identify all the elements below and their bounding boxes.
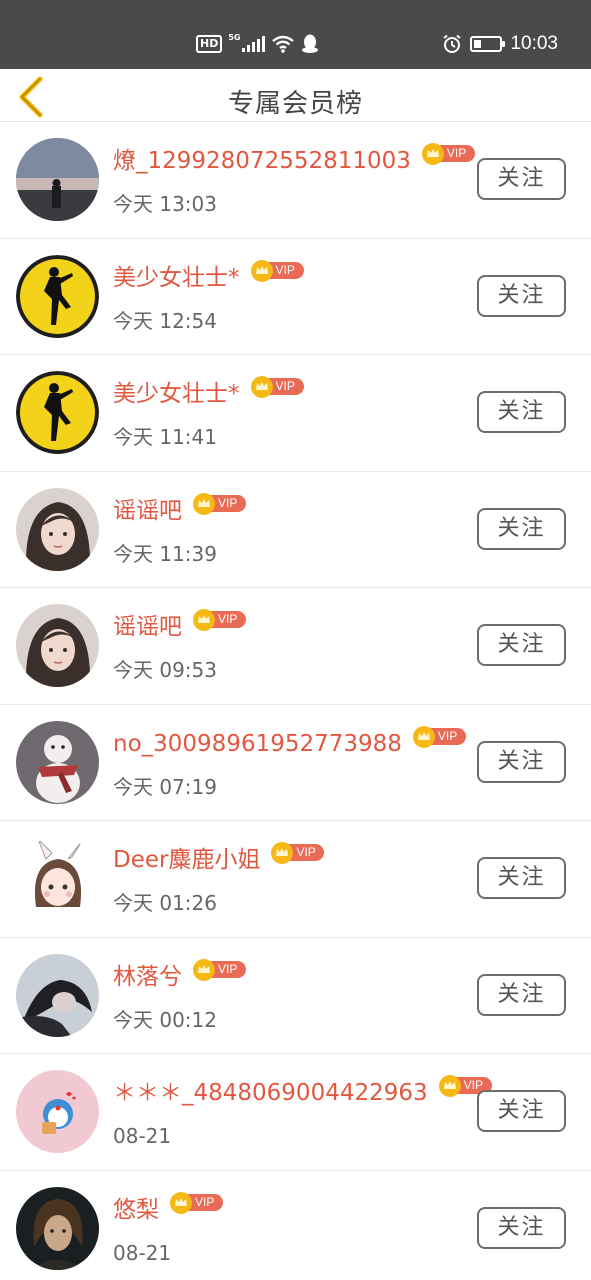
- vip-badge: VIP: [192, 608, 246, 632]
- page-title: 专属会员榜: [227, 89, 363, 119]
- follow-button[interactable]: 关注: [477, 857, 566, 899]
- timestamp: 今天 07:19: [113, 774, 217, 799]
- vip-badge: VIP: [250, 259, 304, 283]
- member-name[interactable]: 美少女壮士*: [113, 261, 240, 295]
- crown-icon: [193, 958, 215, 981]
- timestamp: 今天 11:39: [113, 541, 217, 566]
- list-item[interactable]: no_30098961952773988 VIP 今天 07:19 关注: [0, 705, 591, 821]
- list-item[interactable]: ＊＊＊_4848069004422963 VIP 08-21 关注: [0, 1054, 591, 1171]
- crown-icon: [250, 259, 273, 282]
- signal-icon: 5G: [228, 34, 266, 52]
- list-item[interactable]: 美少女壮士* VIP 今天 12:54 关注: [0, 239, 591, 355]
- vip-badge: VIP: [270, 841, 325, 865]
- vip-badge: VIP: [192, 492, 246, 516]
- follow-button[interactable]: 关注: [477, 973, 566, 1016]
- crown-icon: [170, 1191, 192, 1214]
- list-item[interactable]: Deer麋鹿小姐 VIP 今天 01:26 关注: [0, 821, 591, 938]
- vip-badge: VIP: [412, 725, 466, 749]
- avatar[interactable]: [16, 254, 99, 338]
- member-name[interactable]: 谣谣吧: [113, 494, 182, 528]
- list-item[interactable]: 林落兮 VIP 今天 00:12 关注: [0, 938, 591, 1054]
- status-icons-right: 10:03: [442, 31, 558, 57]
- hd-icon: HD: [196, 35, 223, 53]
- member-name[interactable]: 燎_129928072552811003: [113, 144, 411, 178]
- follow-button[interactable]: 关注: [477, 624, 566, 666]
- member-name[interactable]: 谣谣吧: [113, 610, 182, 644]
- list-item[interactable]: 谣谣吧 VIP 今天 11:39 关注: [0, 472, 591, 588]
- timestamp: 今天 00:12: [113, 1007, 217, 1032]
- vip-badge: VIP: [169, 1191, 223, 1215]
- crown-icon: [271, 842, 294, 864]
- follow-button[interactable]: 关注: [477, 1206, 566, 1249]
- timestamp: 今天 01:26: [113, 891, 217, 915]
- follow-button[interactable]: 关注: [477, 507, 566, 550]
- follow-button[interactable]: 关注: [477, 1090, 566, 1132]
- follow-button[interactable]: 关注: [477, 158, 566, 200]
- crown-icon: [421, 143, 444, 165]
- status-icons-center: HD 5G: [196, 32, 319, 56]
- timestamp: 今天 13:03: [113, 192, 217, 216]
- alarm-icon: [443, 34, 462, 53]
- wifi-icon: [272, 35, 295, 53]
- qq-icon: [302, 34, 319, 53]
- avatar[interactable]: [16, 953, 99, 1037]
- title-bar: 专属会员榜: [0, 69, 591, 122]
- avatar[interactable]: [16, 720, 99, 804]
- avatar[interactable]: [16, 138, 99, 221]
- follow-button[interactable]: 关注: [477, 274, 566, 317]
- member-list[interactable]: 燎_129928072552811003 VIP 今天 13:03 关注 美少女…: [0, 122, 591, 1280]
- timestamp: 今天 12:54: [113, 308, 217, 333]
- avatar[interactable]: [16, 1186, 99, 1270]
- member-name[interactable]: 林落兮: [113, 960, 182, 994]
- crown-icon: [438, 1075, 461, 1097]
- crown-icon: [412, 725, 435, 748]
- timestamp: 08-21: [113, 1124, 172, 1148]
- member-name[interactable]: Deer麋鹿小姐: [113, 843, 260, 877]
- avatar[interactable]: [16, 1070, 99, 1153]
- avatar[interactable]: [16, 487, 99, 571]
- list-item[interactable]: 燎_129928072552811003 VIP 今天 13:03 关注: [0, 122, 591, 239]
- vip-badge: VIP: [250, 375, 304, 399]
- list-item[interactable]: 美少女壮士* VIP 今天 11:41 关注: [0, 355, 591, 472]
- timestamp: 今天 09:53: [113, 658, 217, 682]
- crown-icon: [250, 376, 273, 398]
- follow-button[interactable]: 关注: [477, 740, 566, 783]
- member-name[interactable]: 美少女壮士*: [113, 377, 240, 411]
- list-item[interactable]: 悠梨 VIP 08-21 关注: [0, 1171, 591, 1280]
- crown-icon: [193, 609, 215, 631]
- status-bar: HD 5G 10:03: [0, 0, 591, 69]
- battery-icon: [470, 36, 506, 52]
- member-name[interactable]: ＊＊＊_4848069004422963: [113, 1076, 428, 1110]
- vip-badge: VIP: [192, 958, 246, 982]
- clock: 10:03: [510, 33, 558, 54]
- follow-button[interactable]: 关注: [477, 391, 566, 433]
- avatar[interactable]: [16, 371, 99, 454]
- avatar[interactable]: [16, 604, 99, 687]
- member-name[interactable]: 悠梨: [113, 1193, 159, 1227]
- timestamp: 今天 11:41: [113, 425, 217, 449]
- vip-badge: VIP: [421, 142, 475, 166]
- timestamp: 08-21: [113, 1240, 172, 1265]
- list-item[interactable]: 谣谣吧 VIP 今天 09:53 关注: [0, 588, 591, 705]
- crown-icon: [193, 492, 215, 515]
- member-name[interactable]: no_30098961952773988: [113, 727, 402, 761]
- avatar[interactable]: [16, 837, 99, 920]
